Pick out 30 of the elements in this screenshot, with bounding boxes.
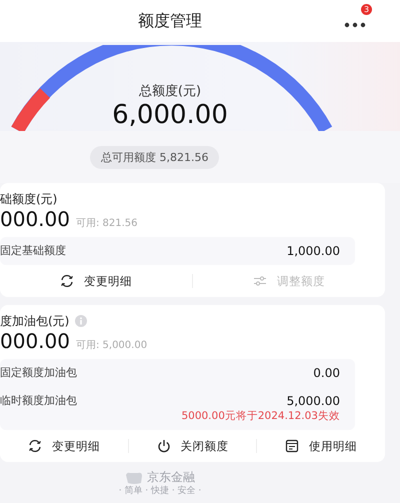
page-title: 额度管理 [138,10,202,32]
receipt-icon [285,439,300,453]
available-amount: 可用: 821.56 [76,217,138,230]
total-limit-label: 总额度(元) [138,84,202,100]
card-amount: 000.00 [0,207,70,231]
card-title: 度加油包(元) [0,313,70,329]
action-button[interactable]: 变更明细 [0,267,192,295]
available-limit-pill: 总可用额度 5,821.56 [90,146,220,168]
row-value: 1,000.00 [286,244,340,258]
more-icon [344,22,366,28]
available-amount: 可用: 5,000.00 [76,339,148,352]
card-amount: 000.00 [0,329,70,353]
power-icon [156,439,170,453]
refresh-icon [28,439,42,453]
sliders-icon [253,275,267,287]
refresh-icon [60,274,74,288]
row-value: 0.00 [313,366,340,380]
action-button[interactable]: 使用明细 [257,432,386,460]
action-button[interactable]: 关闭额度 [128,432,256,460]
action-button[interactable]: 变更明细 [0,432,128,460]
card-title: 础额度(元) [0,191,58,207]
expiry-note: 5000.00元将于2024.12.03失效 [181,409,340,423]
row-value: 5,000.00 [286,394,340,408]
row-label: 临时额度加油包 [0,394,77,408]
notification-badge: 3 [361,4,372,15]
row-label: 固定额度加油包 [0,366,77,380]
total-limit-amount: 6,000.00 [112,100,228,130]
slogan: · 简单 · 快捷 · 安全 · [118,485,202,497]
row-label: 固定基础额度 [0,244,66,258]
brand-name: 京东金融 [147,470,195,485]
